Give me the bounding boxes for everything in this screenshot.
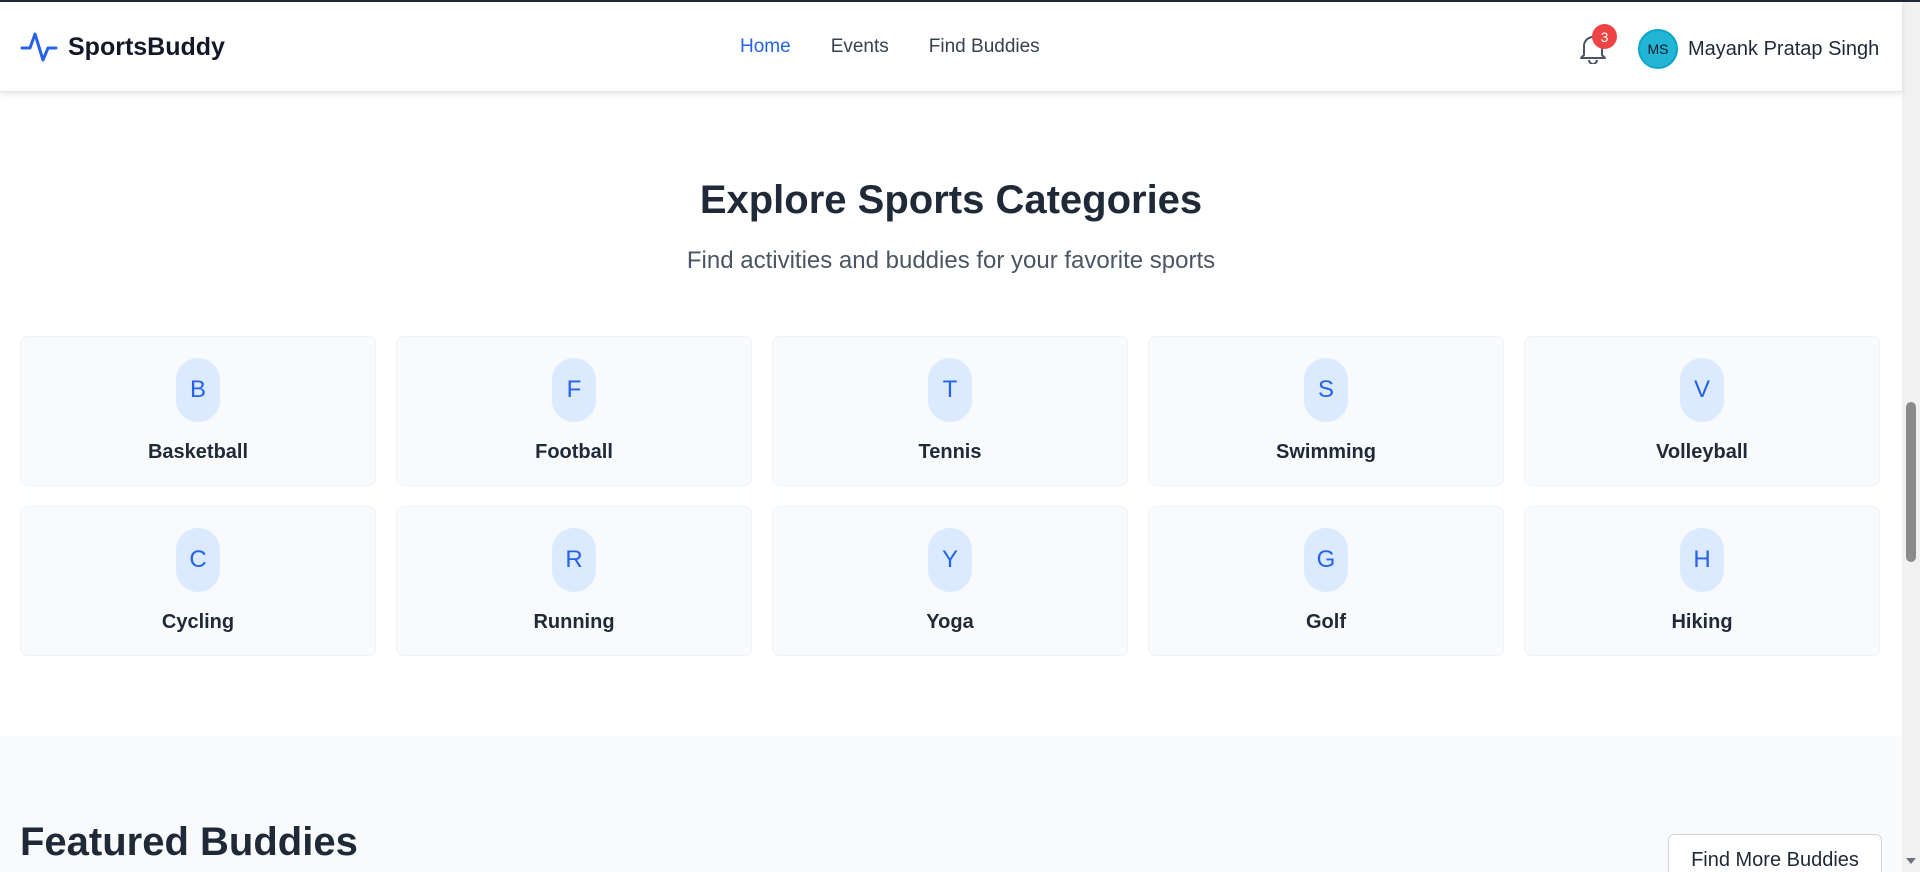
- scrollbar-thumb[interactable]: [1906, 402, 1916, 562]
- user-avatar[interactable]: MS: [1638, 29, 1678, 69]
- category-label: Yoga: [926, 611, 974, 633]
- category-label: Golf: [1306, 611, 1346, 633]
- category-card-running[interactable]: R Running: [396, 506, 752, 656]
- featured-title: Featured Buddies: [20, 820, 358, 864]
- scroll-down-arrow-icon[interactable]: [1906, 858, 1916, 864]
- category-card-golf[interactable]: G Golf: [1148, 506, 1504, 656]
- category-label: Tennis: [918, 441, 982, 463]
- category-card-tennis[interactable]: T Tennis: [772, 336, 1128, 486]
- brand-name: SportsBuddy: [68, 32, 225, 61]
- category-card-basketball[interactable]: B Basketball: [20, 336, 376, 486]
- category-card-hiking[interactable]: H Hiking: [1524, 506, 1880, 656]
- notification-count-badge: 3: [1592, 24, 1617, 49]
- categories-title: Explore Sports Categories: [699, 178, 1203, 222]
- top-navbar: SportsBuddy Home Events Find Buddies 3 M…: [0, 2, 1902, 92]
- category-label: Football: [535, 441, 613, 463]
- category-label: Running: [533, 611, 615, 633]
- category-letter-icon: G: [1304, 528, 1348, 592]
- category-letter-icon: Y: [928, 528, 972, 592]
- category-letter-icon: F: [552, 358, 596, 422]
- category-label: Volleyball: [1656, 441, 1748, 463]
- category-label: Basketball: [147, 441, 249, 463]
- nav-home[interactable]: Home: [740, 36, 791, 58]
- category-letter-icon: H: [1680, 528, 1724, 592]
- nav-find-buddies[interactable]: Find Buddies: [929, 36, 1040, 58]
- nav-events[interactable]: Events: [831, 36, 889, 58]
- category-label: Swimming: [1275, 441, 1376, 463]
- category-letter-icon: V: [1680, 358, 1724, 422]
- main-nav: Home Events Find Buddies: [740, 36, 1040, 58]
- categories-subtitle: Find activities and buddies for your fav…: [686, 247, 1216, 274]
- category-label: Hiking: [1671, 611, 1733, 633]
- category-letter-icon: R: [552, 528, 596, 592]
- category-card-football[interactable]: F Football: [396, 336, 752, 486]
- category-card-yoga[interactable]: Y Yoga: [772, 506, 1128, 656]
- category-card-cycling[interactable]: C Cycling: [20, 506, 376, 656]
- user-name[interactable]: Mayank Pratap Singh: [1688, 38, 1879, 61]
- category-label: Cycling: [161, 611, 235, 633]
- category-letter-icon: C: [176, 528, 220, 592]
- brand-logo[interactable]: SportsBuddy: [20, 30, 225, 64]
- category-letter-icon: S: [1304, 358, 1348, 422]
- sports-category-grid: B Basketball F Football T Tennis S Swimm…: [20, 336, 1882, 656]
- activity-pulse-icon: [20, 30, 58, 64]
- category-letter-icon: T: [928, 358, 972, 422]
- find-more-buddies-button[interactable]: Find More Buddies: [1668, 834, 1882, 872]
- category-letter-icon: B: [176, 358, 220, 422]
- category-card-volleyball[interactable]: V Volleyball: [1524, 336, 1880, 486]
- category-card-swimming[interactable]: S Swimming: [1148, 336, 1504, 486]
